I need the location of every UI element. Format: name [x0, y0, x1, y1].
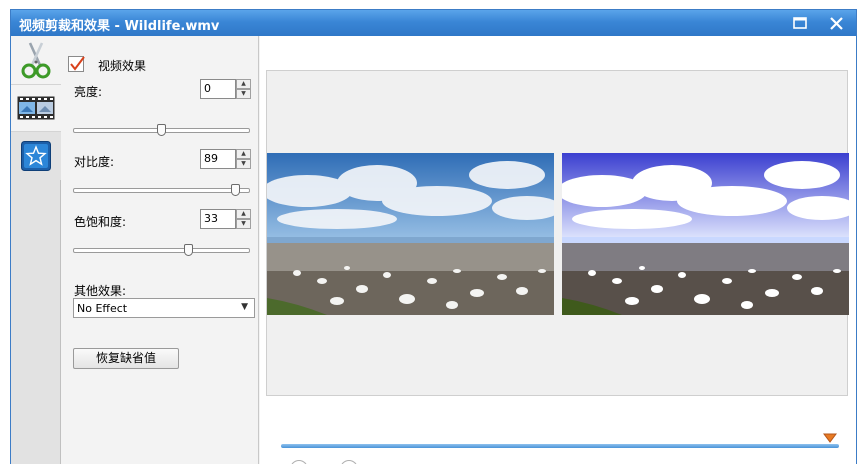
slider-track: [73, 188, 250, 193]
brightness-decrease[interactable]: ▼: [236, 89, 251, 99]
saturation-value[interactable]: 33: [200, 209, 236, 229]
preview-area: [260, 36, 856, 464]
restore-defaults-button[interactable]: 恢复缺省值: [73, 348, 179, 369]
brightness-label: 亮度:: [74, 85, 103, 99]
scissors-icon: [21, 42, 51, 79]
maximize-button[interactable]: [789, 13, 811, 33]
saturation-label: 色饱和度:: [74, 215, 127, 229]
tab-effects[interactable]: [11, 132, 61, 180]
saturation-decrease[interactable]: ▼: [236, 219, 251, 229]
contrast-value[interactable]: 89: [200, 149, 236, 169]
film-strip-icon: [17, 96, 55, 120]
sidebar: [11, 36, 61, 464]
brightness-increase[interactable]: ▲: [236, 79, 251, 89]
other-effects-value: No Effect: [77, 302, 128, 315]
tab-film[interactable]: [11, 84, 61, 132]
saturation-stepper[interactable]: 33 ▲ ▼: [200, 209, 251, 229]
video-effects-label: 视频效果: [98, 59, 147, 73]
position-marker-icon: [823, 433, 837, 443]
effects-panel: 视频效果 亮度: 0 ▲ ▼ 对比度: 89 ▲ ▼ 色饱和度: 33 ▲ ▼: [62, 36, 259, 464]
saturation-slider-thumb[interactable]: [184, 244, 193, 256]
star-icon: [21, 141, 51, 171]
timeline-bar[interactable]: [281, 444, 839, 448]
video-effects-checkbox[interactable]: [68, 56, 85, 72]
contrast-increase[interactable]: ▲: [236, 149, 251, 159]
saturation-slider[interactable]: [73, 244, 250, 256]
video-trim-effects-dialog: 视频剪裁和效果 - Wildlife.wmv 视频效果 亮度: 0 ▲ ▼ 对比…: [10, 9, 857, 464]
slider-track: [73, 248, 250, 253]
saturation-increase[interactable]: ▲: [236, 209, 251, 219]
window-title: 视频剪裁和效果 - Wildlife.wmv: [19, 19, 220, 34]
other-effects-select[interactable]: No Effect ▼: [73, 298, 255, 318]
contrast-decrease[interactable]: ▼: [236, 159, 251, 169]
checkmark-icon: [70, 56, 85, 71]
contrast-stepper[interactable]: 89 ▲ ▼: [200, 149, 251, 169]
playback-control-right[interactable]: [340, 460, 358, 464]
effect-preview-frame: [562, 153, 849, 315]
maximize-icon: [793, 17, 807, 29]
original-video-frame: [267, 153, 554, 315]
brightness-slider-thumb[interactable]: [157, 124, 166, 136]
close-icon: [829, 16, 843, 30]
brightness-stepper[interactable]: 0 ▲ ▼: [200, 79, 251, 99]
contrast-slider-thumb[interactable]: [231, 184, 240, 196]
playback-control-left[interactable]: [290, 460, 308, 464]
brightness-value[interactable]: 0: [200, 79, 236, 99]
other-effects-label: 其他效果:: [74, 284, 127, 298]
timeline-position-marker[interactable]: [823, 432, 837, 443]
contrast-slider[interactable]: [73, 184, 250, 196]
title-bar[interactable]: 视频剪裁和效果 - Wildlife.wmv: [11, 10, 856, 36]
chevron-down-icon: ▼: [241, 302, 248, 312]
brightness-slider[interactable]: [73, 124, 250, 136]
tab-trim[interactable]: [11, 36, 61, 84]
contrast-label: 对比度:: [74, 155, 115, 169]
preview-stage: [266, 70, 849, 396]
close-button[interactable]: [825, 13, 847, 33]
